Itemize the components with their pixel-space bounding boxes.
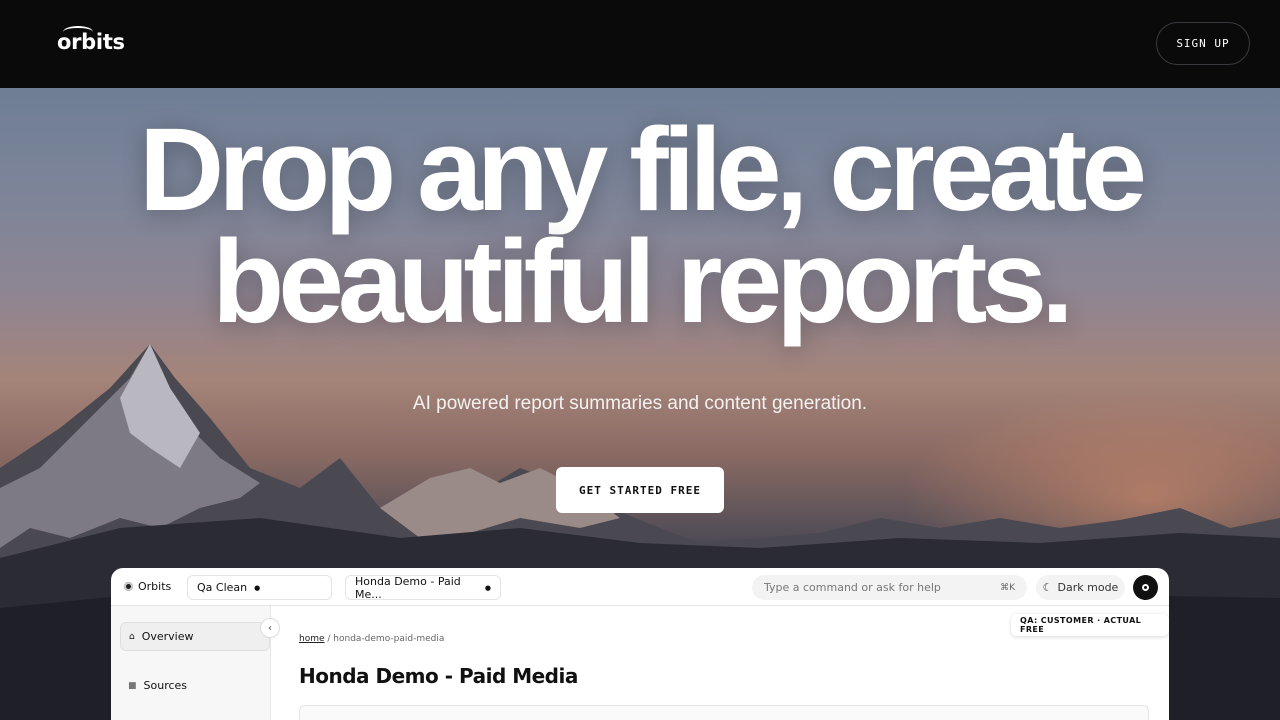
project-label: Honda Demo - Paid Me... [355,574,461,601]
hero-headline: Drop any file, create beautiful reports. [0,104,1280,348]
dark-mode-label: Dark mode [1057,581,1119,594]
page-title: Honda Demo - Paid Media [299,664,578,688]
shortcut-hint: ⌘K [1000,582,1015,593]
hero-subheadline: AI powered report summaries and content … [412,393,868,414]
command-placeholder: Type a command or ask for help [764,581,941,594]
grid-icon: ■ [128,680,137,691]
top-navbar: orbits SIGN UP [0,0,1280,88]
sidebar-item-label: Sources [143,679,188,692]
breadcrumb-home-link[interactable]: home [299,634,325,644]
app-topbar: Orbits Qa Clean ● Honda Demo - Paid Me..… [111,568,1169,606]
dark-mode-toggle[interactable]: ☾ Dark mode [1036,575,1125,600]
headline-line-1: Drop any file, create [139,104,1147,236]
caret-down-icon: ● [484,583,491,592]
command-input[interactable]: Type a command or ask for help ⌘K [752,575,1027,600]
orbits-logo-icon [124,582,133,591]
get-started-button[interactable]: GET STARTED FREE [556,467,724,513]
sidebar-item-sources[interactable]: ■ Sources [120,671,270,700]
project-selector[interactable]: Honda Demo - Paid Me... ● [345,574,501,601]
sidebar-item-label: Overview [141,630,194,643]
collapse-sidebar-button[interactable]: ‹ [260,618,280,638]
user-avatar[interactable] [1133,575,1158,600]
workspace-selector[interactable]: Qa Clean ● [187,575,332,600]
brand-logo[interactable]: orbits [57,26,125,54]
app-brand-label: Orbits [138,580,172,593]
moon-icon: ☾ [1042,581,1053,594]
sidebar-item-overview[interactable]: ⌂ Overview [120,622,270,651]
sign-up-button[interactable]: SIGN UP [1156,22,1250,65]
home-icon: ⌂ [129,631,135,642]
headline-line-2: beautiful reports. [212,216,1074,348]
app-brand[interactable]: Orbits [124,580,171,593]
caret-down-icon: ● [254,583,261,592]
breadcrumb-current: honda-demo-paid-media [333,634,445,644]
status-badge: QA: CUSTOMER · ACTUAL FREE [1011,614,1169,636]
content-card [299,705,1149,720]
app-preview-window: Orbits Qa Clean ● Honda Demo - Paid Me..… [111,568,1169,720]
logo-orbit-arc [63,26,93,38]
workspace-label: Qa Clean [197,581,248,594]
app-sidebar: ⌂ Overview ■ Sources [111,606,271,720]
avatar-ring-icon [1142,584,1149,591]
breadcrumb: home / honda-demo-paid-media [299,634,444,644]
